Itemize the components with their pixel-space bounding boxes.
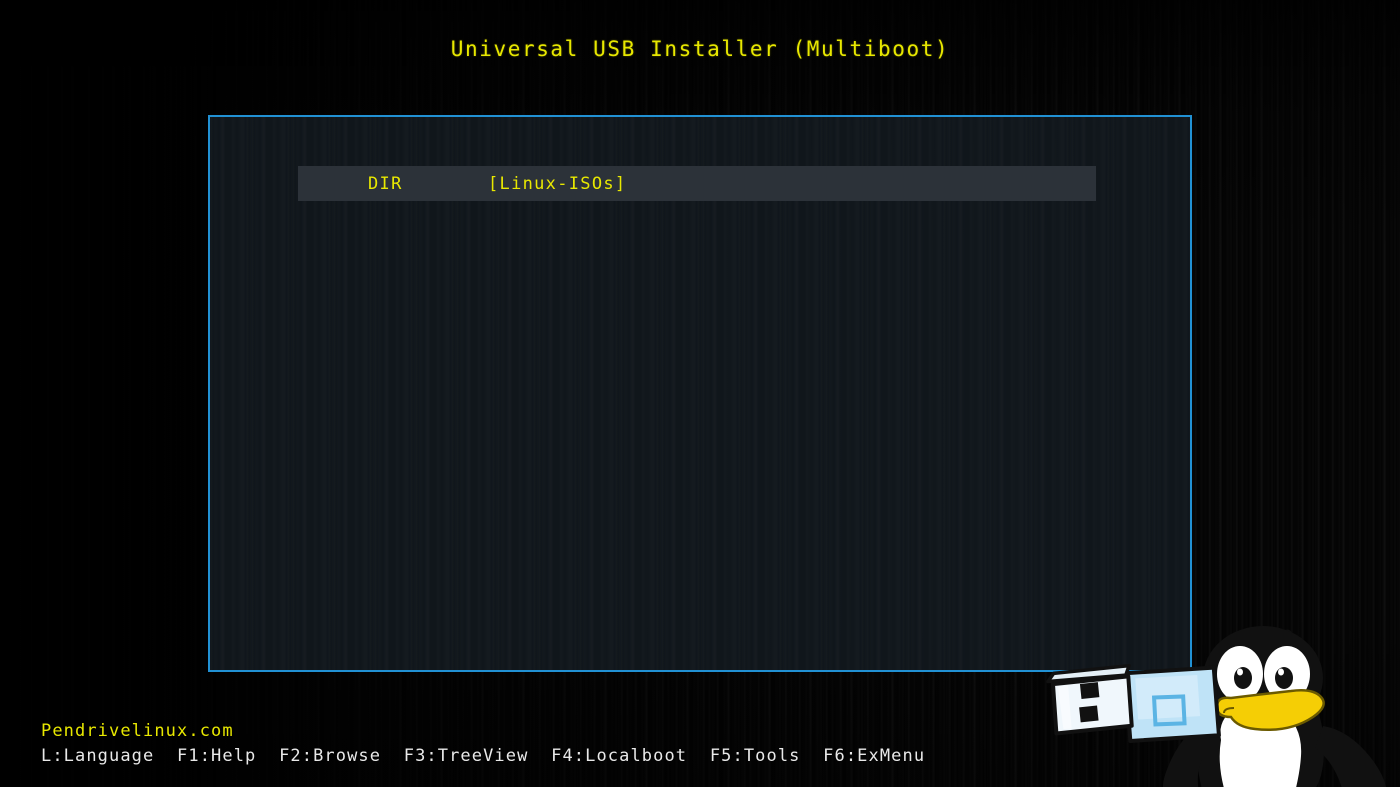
fkey-help[interactable]: F1:Help [177, 746, 256, 766]
fkey-sep-2 [381, 746, 404, 766]
fkey-exmenu[interactable]: F6:ExMenu [823, 746, 925, 766]
brand-label: Pendrivelinux.com [41, 721, 234, 741]
file-type-label: DIR [368, 173, 403, 194]
fkey-browse[interactable]: F2:Browse [279, 746, 381, 766]
list-item[interactable]: DIR [Linux-ISOs] [298, 166, 1096, 201]
fkey-localboot[interactable]: F4:Localboot [551, 746, 687, 766]
file-name-label: [Linux-ISOs] [488, 173, 627, 194]
file-browser-panel: DIR [Linux-ISOs] [208, 115, 1192, 672]
penguin-graphic [1163, 626, 1387, 787]
file-list: DIR [Linux-ISOs] [298, 166, 1096, 201]
fkey-sep-4 [687, 746, 710, 766]
page-title: Universal USB Installer (Multiboot) [450, 37, 950, 61]
fkey-language[interactable]: L:Language [41, 746, 154, 766]
fkey-sep-5 [801, 746, 824, 766]
function-key-bar: L:Language F1:Help F2:Browse F3:TreeView… [41, 746, 925, 766]
fkey-tools[interactable]: F5:Tools [710, 746, 801, 766]
fkey-sep-3 [528, 746, 551, 766]
fkey-sep-1 [256, 746, 279, 766]
fkey-sep-0 [154, 746, 177, 766]
fkey-treeview[interactable]: F3:TreeView [404, 746, 529, 766]
boot-menu-screen: Universal USB Installer (Multiboot) DIR … [0, 0, 1400, 787]
